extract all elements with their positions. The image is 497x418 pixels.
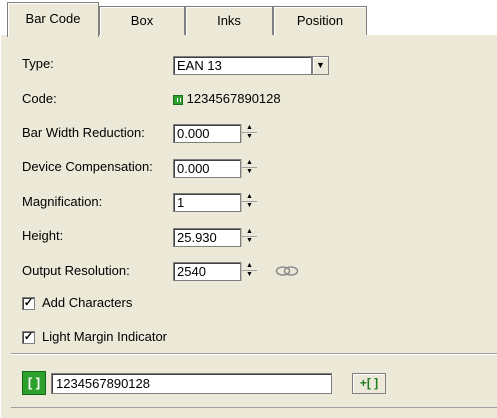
spin-up-icon[interactable]: ▲: [242, 124, 257, 133]
spin-down-icon[interactable]: ▼: [242, 133, 257, 142]
chevron-down-icon[interactable]: ▼: [312, 56, 329, 75]
spin-up-icon[interactable]: ▲: [242, 159, 257, 168]
spin-down-icon[interactable]: ▼: [242, 168, 257, 177]
add-characters-checkbox[interactable]: ✓: [22, 297, 35, 310]
barcode-icon: [173, 94, 183, 105]
barcode-code-input[interactable]: 1234567890128: [51, 373, 332, 394]
bottom-border: [11, 407, 497, 408]
bar-code-panel: Type: EAN 13 ▼ Code: 1234567890128 Bar W…: [0, 35, 497, 418]
type-label: Type:: [22, 56, 54, 71]
tab-position[interactable]: Position: [273, 6, 367, 35]
code-label: Code:: [22, 91, 57, 106]
add-characters-label: Add Characters: [42, 295, 133, 310]
light-margin-indicator-label: Light Margin Indicator: [42, 329, 168, 344]
bar-width-reduction-spinner[interactable]: ▲ ▼: [241, 124, 257, 143]
spin-down-icon[interactable]: ▼: [242, 237, 257, 246]
device-compensation-label: Device Compensation:: [22, 159, 153, 174]
code-value: 1234567890128: [186, 91, 281, 106]
bar-width-reduction-input[interactable]: 0.000: [173, 124, 241, 143]
type-select[interactable]: EAN 13: [173, 56, 312, 75]
chain-link-icon[interactable]: [275, 264, 299, 278]
output-resolution-label: Output Resolution:: [22, 263, 130, 278]
bar-width-reduction-label: Bar Width Reduction:: [22, 125, 145, 140]
height-label: Height:: [22, 228, 64, 243]
height-input[interactable]: 25.930: [173, 228, 241, 247]
spin-down-icon[interactable]: ▼: [242, 271, 257, 280]
spin-down-icon[interactable]: ▼: [242, 202, 257, 211]
output-resolution-spinner[interactable]: ▲ ▼: [241, 262, 257, 281]
separator: [11, 353, 497, 355]
device-compensation-input[interactable]: 0.000: [173, 159, 241, 178]
light-margin-indicator-checkbox[interactable]: ✓: [22, 331, 35, 344]
device-compensation-spinner[interactable]: ▲ ▼: [241, 159, 257, 178]
barcode-insert-button[interactable]: [ ]: [22, 371, 46, 395]
spin-up-icon[interactable]: ▲: [242, 262, 257, 271]
magnification-input[interactable]: 1: [173, 193, 241, 212]
tab-box[interactable]: Box: [99, 6, 185, 35]
spin-up-icon[interactable]: ▲: [242, 193, 257, 202]
height-spinner[interactable]: ▲ ▼: [241, 228, 257, 247]
add-barcode-button[interactable]: +[ ]: [352, 373, 386, 394]
output-resolution-input[interactable]: 2540: [173, 262, 241, 281]
magnification-label: Magnification:: [22, 194, 103, 209]
tab-strip: Bar Code Box Inks Position: [0, 0, 497, 37]
code-display: 1234567890128: [173, 91, 281, 106]
tab-inks[interactable]: Inks: [185, 6, 273, 35]
spin-up-icon[interactable]: ▲: [242, 228, 257, 237]
magnification-spinner[interactable]: ▲ ▼: [241, 193, 257, 212]
tab-bar-code[interactable]: Bar Code: [7, 2, 99, 37]
